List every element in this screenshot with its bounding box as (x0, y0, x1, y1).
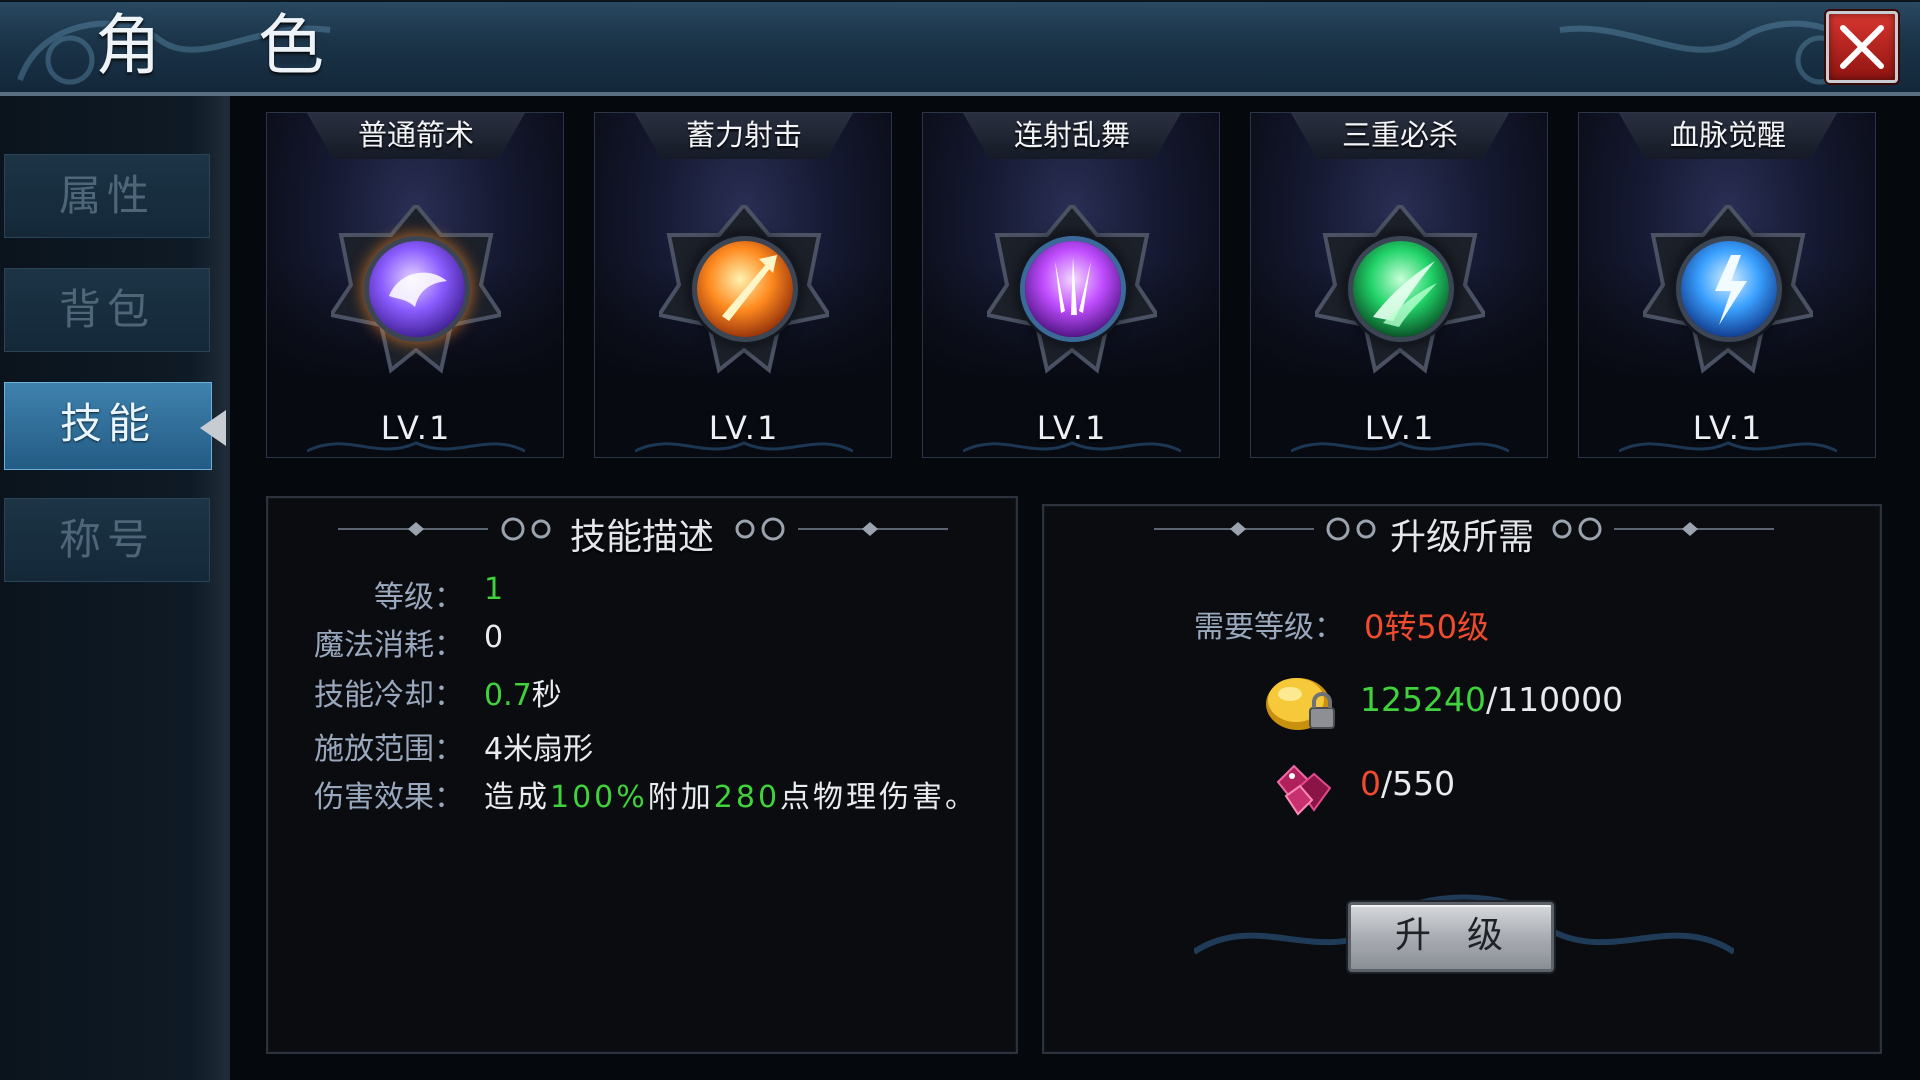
gem-cost-row: 0/550 (1264, 752, 1824, 822)
gold-coin-lock-icon (1266, 678, 1335, 730)
cooldown-value: 0.7 (484, 678, 532, 713)
mana-label: 魔法消耗： (314, 628, 464, 663)
multi-arrow-icon (1025, 241, 1121, 337)
active-tab-arrow-icon (200, 410, 226, 446)
skill-name: 普通箭术 (307, 113, 525, 159)
skill-level: LV.1 (708, 409, 780, 447)
skill-name: 蓄力射击 (635, 113, 853, 159)
level-label: 等级： (374, 580, 464, 615)
page-title: 角 色 (95, 7, 362, 84)
skill-level: LV.1 (1036, 409, 1108, 447)
tab-backpack[interactable]: 背包 (4, 268, 210, 352)
effect-mid: 附加 (647, 780, 714, 815)
skill-name: 三重必杀 (1291, 113, 1509, 159)
tab-skills[interactable]: 技能 (4, 382, 212, 470)
upgrade-requirements-panel: 升级所需 需要等级： 0转50级 125240/110000 0/550 升级 (1042, 504, 1882, 1054)
skill-card[interactable]: 血脉觉醒 LV.1 (1578, 112, 1876, 458)
effect-number: 280 (713, 780, 781, 815)
skill-card[interactable]: 普通箭术 LV.1 (266, 112, 564, 458)
gold-have: 125240 (1360, 680, 1486, 719)
tab-attributes[interactable]: 属性 (4, 154, 210, 238)
required-level-label: 需要等级： (1194, 610, 1344, 645)
effect-percent: 100% (550, 780, 648, 815)
skill-name: 血脉觉醒 (1619, 113, 1837, 159)
skill-card[interactable]: 连射乱舞 LV.1 (922, 112, 1220, 458)
effect-label: 伤害效果： (314, 780, 464, 815)
level-value: 1 (484, 572, 504, 607)
fire-arrow-icon (697, 241, 793, 337)
close-button[interactable] (1826, 11, 1898, 83)
lightning-icon (1681, 241, 1777, 337)
effect-pre: 造成 (484, 780, 550, 815)
skill-card[interactable]: 蓄力射击 LV.1 (594, 112, 892, 458)
skill-card[interactable]: 三重必杀 LV.1 (1250, 112, 1548, 458)
range-label: 施放范围： (314, 732, 464, 767)
header-bar: 角 色 (0, 0, 1920, 96)
header-divider-right (735, 517, 948, 541)
gold-need: /110000 (1485, 680, 1624, 719)
skill-level: LV.1 (1364, 409, 1436, 447)
gem-have: 0 (1360, 764, 1381, 803)
required-level-value: 0转50级 (1364, 608, 1490, 646)
green-slash-icon (1353, 241, 1449, 337)
skill-description-panel: 技能描述 等级： 1 魔法消耗： 0 技能冷却： 0.7秒 施放范围： 4米扇形… (266, 496, 1018, 1054)
close-icon (1840, 25, 1884, 69)
skill-level: LV.1 (380, 409, 452, 447)
cooldown-unit: 秒 (531, 678, 562, 713)
tab-titles[interactable]: 称号 (4, 498, 210, 582)
mana-value: 0 (484, 620, 504, 655)
sidebar: 属性 背包 技能 称号 (0, 96, 230, 1080)
gold-cost-row: 125240/110000 (1264, 666, 1824, 736)
gem-need: /550 (1381, 764, 1456, 803)
upgrade-button[interactable]: 升级 (1348, 902, 1554, 972)
cooldown-label: 技能冷却： (314, 678, 464, 713)
purple-dragon-icon (369, 241, 465, 337)
header-divider-right (1552, 517, 1774, 541)
red-gem-icon (1276, 764, 1332, 816)
range-value: 4米扇形 (484, 732, 594, 767)
effect-post: 点物理伤害。 (780, 780, 979, 815)
skill-name: 连射乱舞 (963, 113, 1181, 159)
skill-level: LV.1 (1692, 409, 1764, 447)
